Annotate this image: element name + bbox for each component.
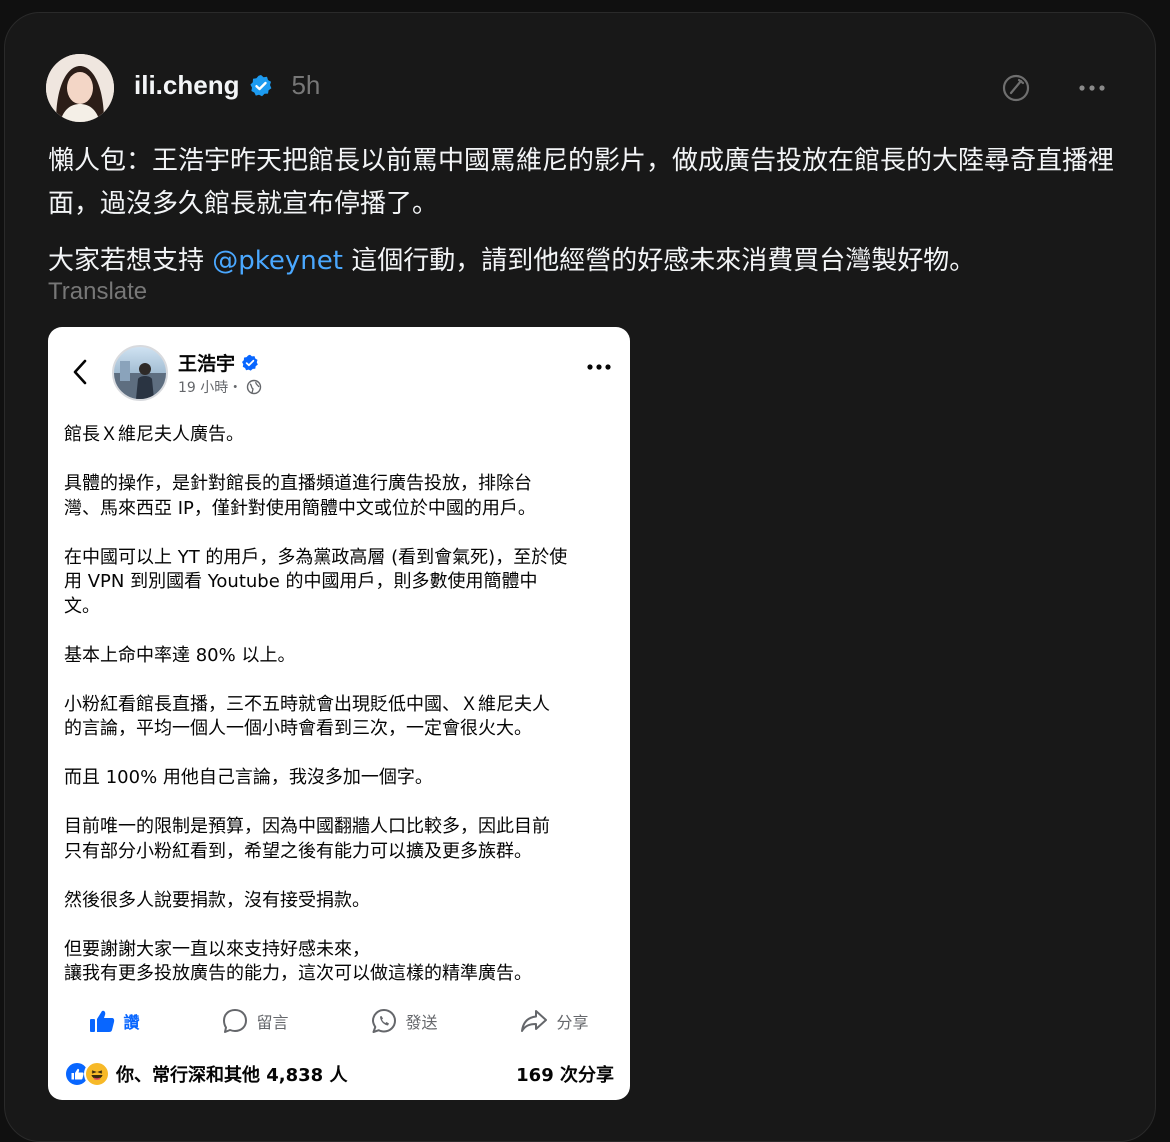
comment-label: 留言 [256, 1013, 289, 1032]
share-action: 分享 [520, 1008, 589, 1034]
embedded-author: 王浩宇 [178, 349, 259, 376]
post-paragraph-1: 懶人包：王浩宇昨天把館長以前罵中國罵維尼的影片，做成廣告投放在館長的大陸尋奇直播… [48, 146, 1115, 219]
embedded-paragraph: 小粉紅看館長直播，三不五時就會出現貶低中國、Ｘ維尼夫人 的言論，平均一個人一個小… [64, 693, 550, 740]
reaction-count: 你、常行深和其他 4,838 人 [116, 1065, 348, 1086]
send-action: 發送 [371, 1008, 438, 1034]
embedded-more-icon [587, 364, 611, 370]
send-label: 發送 [405, 1013, 438, 1032]
share-icon [521, 1010, 548, 1032]
comment-icon [223, 1009, 248, 1033]
embedded-avatar [112, 345, 168, 401]
author-avatar[interactable] [46, 54, 114, 122]
embedded-paragraph: 目前唯一的限制是預算，因為中國翻牆人口比較多，因此目前 只有部分小粉紅看到，希望… [64, 816, 550, 862]
share-label: 分享 [556, 1013, 589, 1032]
reaction-summary: 你、常行深和其他 4,838 人 [64, 1061, 347, 1087]
post-header: ili.cheng 5h [134, 70, 320, 101]
comment-action: 留言 [222, 1008, 289, 1034]
embedded-author-name: 王浩宇 [178, 353, 236, 375]
thumbs-up-icon [90, 1010, 115, 1032]
translate-link[interactable]: Translate [48, 278, 147, 306]
back-arrow-icon [73, 359, 87, 385]
embedded-paragraph: 具體的操作，是針對館長的直播頻道進行廣告投放，排除台 灣、馬來西亞 IP，僅針對… [64, 473, 536, 519]
share-count: 169 次分享 [516, 1065, 614, 1086]
verified-badge-icon [250, 74, 272, 96]
more-options-icon[interactable] [1074, 70, 1110, 106]
embedded-paragraph: 然後很多人說要捐款，沒有接受捐款。 [64, 889, 370, 911]
post-paragraph-2: 大家若想支持 @pkeynet 這個行動，請到他經營的好感未來消費買台灣製好物。 [48, 240, 1128, 283]
like-action: 讚 [89, 1009, 140, 1033]
author-name[interactable]: ili.cheng [134, 70, 239, 101]
embedded-paragraph: 但要謝謝大家一直以來支持好感未來， 讓我有更多投放廣告的能力，這次可以做這樣的精… [64, 938, 532, 985]
haha-reaction-icon [84, 1061, 110, 1087]
mention-link[interactable]: @pkeynet [212, 246, 343, 276]
embedded-actions: 讚 留言 發送 分享 [48, 1003, 630, 1039]
post-time: 5h [291, 70, 321, 100]
embedded-avatar-image [114, 361, 166, 399]
embedded-meta: 19 小時・ [178, 377, 262, 397]
embedded-paragraph: 而且 100% 用他自己言論，我沒多加一個字。 [64, 767, 433, 788]
globe-icon [247, 379, 262, 395]
embedded-time: 19 小時・ [178, 380, 243, 396]
post-paragraph-2-end: 這個行動，請到他經營的好感未來消費買台灣製好物。 [342, 246, 976, 276]
post-body: 懶人包：王浩宇昨天把館長以前罵中國罵維尼的影片，做成廣告投放在館長的大陸尋奇直播… [48, 140, 1128, 297]
embedded-paragraph: 館長Ｘ維尼夫人廣告。 [64, 424, 244, 445]
embedded-paragraph: 在中國可以上 YT 的用戶，多為黨政高層 (看到會氣死)，至於使 用 VPN 到… [64, 546, 568, 617]
post-paragraph-2-start: 大家若想支持 [48, 246, 213, 276]
embedded-paragraph: 基本上命中率達 80% 以上。 [64, 644, 296, 666]
embedded-screenshot[interactable]: 王浩宇 19 小時・ 館長Ｘ維尼夫人廣告。 具體的操作，是針對館長的直播頻道進行… [48, 327, 630, 1100]
like-label: 讚 [123, 1013, 140, 1032]
whatsapp-icon [372, 1009, 397, 1033]
embedded-stats: 你、常行深和其他 4,838 人 169 次分享 [64, 1059, 614, 1089]
embedded-verified-icon [242, 354, 258, 371]
edit-icon[interactable] [998, 70, 1034, 106]
avatar-image [46, 54, 114, 122]
embedded-body: 館長Ｘ維尼夫人廣告。 具體的操作，是針對館長的直播頻道進行廣告投放，排除台 灣、… [64, 423, 624, 1011]
